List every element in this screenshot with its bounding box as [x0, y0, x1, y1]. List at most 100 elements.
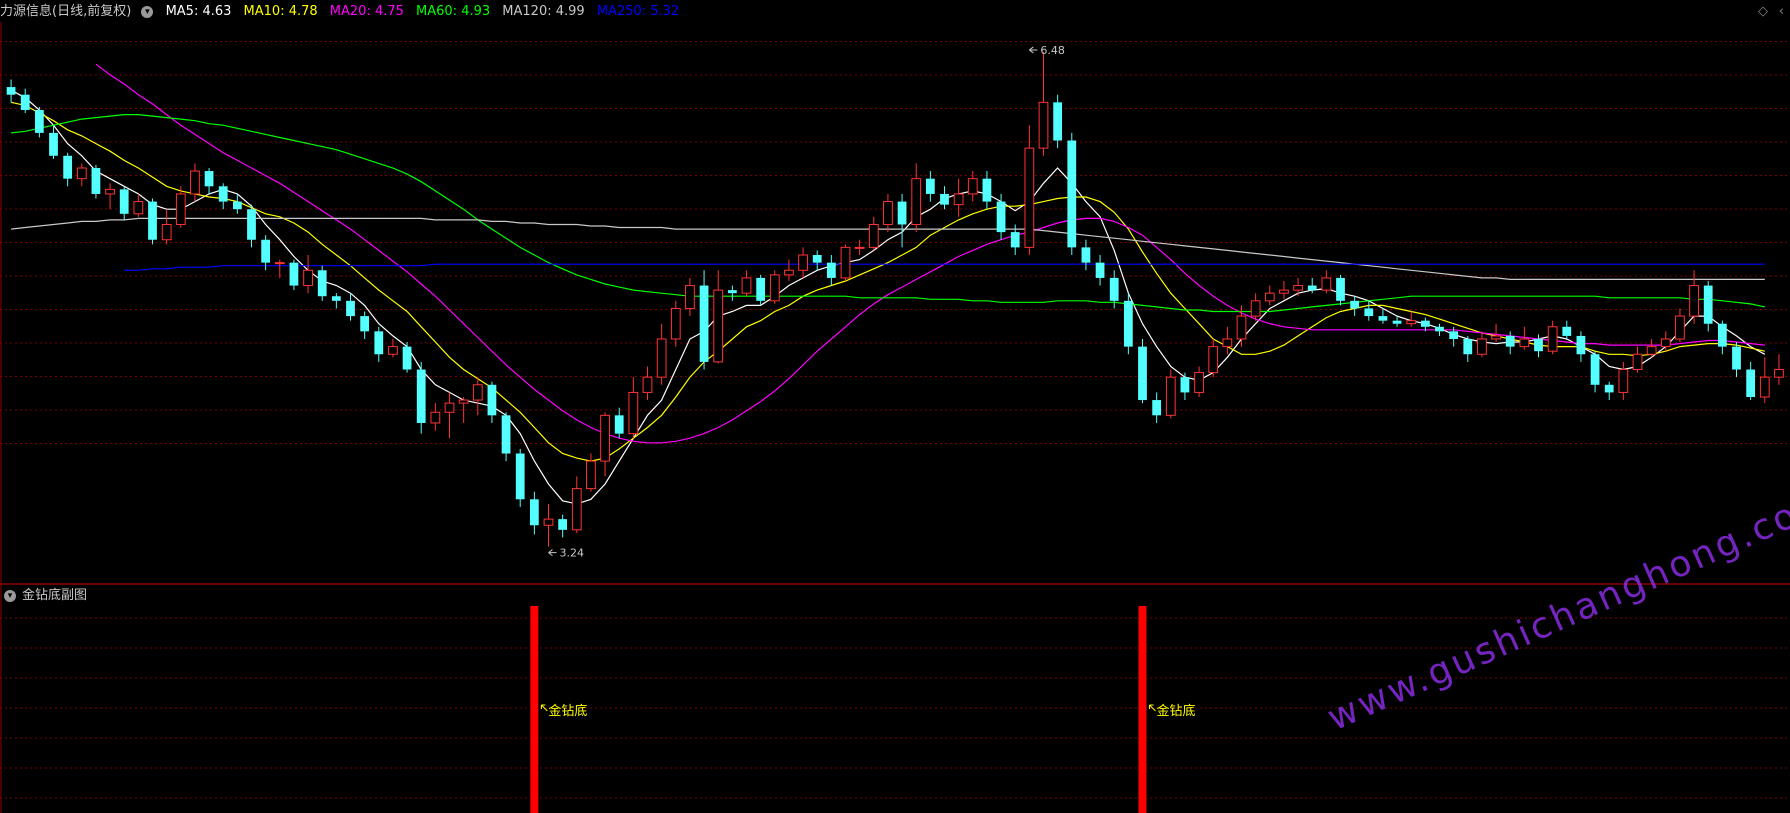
candle: [1732, 342, 1741, 378]
candle: [6, 79, 16, 103]
candle: [1435, 323, 1444, 336]
candle-body: [91, 167, 101, 194]
candle: [63, 152, 73, 187]
candle-body: [727, 290, 737, 294]
subchart-title-text: 金钻底副图: [22, 588, 88, 603]
candle-body: [515, 453, 525, 500]
candle: [982, 171, 992, 210]
candle: [388, 338, 398, 358]
signal-label: 金钻底: [1157, 703, 1196, 719]
candle: [897, 193, 907, 248]
candle: [374, 326, 384, 362]
candle: [685, 277, 695, 317]
candle-body: [1208, 346, 1219, 374]
candle: [346, 293, 355, 321]
candle-body: [274, 262, 285, 265]
candle-body: [204, 171, 214, 187]
candle: [614, 407, 624, 439]
candle-body: [1378, 316, 1388, 321]
candle-body: [1746, 369, 1756, 398]
candle-body: [303, 269, 313, 287]
candle: [1321, 270, 1332, 294]
candle-body: [1717, 323, 1727, 347]
candle: [402, 342, 412, 373]
candle-body: [444, 402, 455, 413]
candle-body: [1095, 262, 1105, 278]
candle: [600, 412, 610, 477]
subchart-toggle-icon[interactable]: ▾: [4, 589, 16, 602]
candle-body: [76, 167, 87, 180]
candle-body: [1675, 315, 1685, 340]
candle: [1703, 280, 1713, 332]
candle-body: [1449, 331, 1459, 339]
candle: [883, 193, 893, 233]
ma10-label: MA10: 4.78: [243, 4, 318, 19]
diamond-icon[interactable]: ◇: [1758, 4, 1768, 19]
candle-body: [458, 399, 469, 404]
candle: [756, 274, 766, 306]
candle-body: [1590, 354, 1600, 385]
ma60-label: MA60: 4.93: [416, 4, 491, 19]
candle-body: [953, 193, 964, 206]
candle: [331, 293, 341, 309]
candle: [1604, 381, 1614, 401]
candle-body: [982, 178, 992, 202]
signal-bar: [1138, 606, 1147, 813]
candle-body: [769, 274, 780, 302]
candle-body: [1236, 315, 1247, 340]
candle-body: [1576, 335, 1586, 355]
candle: [487, 381, 497, 423]
candle-body: [642, 376, 653, 393]
candle: [501, 412, 511, 462]
candle-body: [1759, 376, 1770, 398]
candle-body: [840, 246, 851, 279]
candle-body: [1293, 285, 1303, 291]
candle: [543, 503, 554, 547]
candle-body: [1689, 285, 1699, 317]
candle: [430, 403, 441, 431]
ma-line-ma20: [95, 63, 1765, 444]
candle-body: [558, 519, 568, 530]
candle-body: [1222, 338, 1233, 348]
candle: [911, 163, 922, 233]
scroll-arrow-icon[interactable]: ‹: [1779, 4, 1784, 19]
candle: [826, 255, 836, 286]
candle: [529, 491, 539, 535]
candle-body: [34, 109, 44, 133]
ma-line-ma250: [124, 263, 1765, 271]
candle: [1053, 94, 1063, 149]
candle-body: [1307, 285, 1317, 291]
candle-body: [586, 460, 596, 490]
candle-body: [1392, 320, 1402, 324]
candle: [868, 216, 879, 251]
candle-body: [501, 415, 511, 454]
candle-body: [911, 178, 922, 225]
candle: [840, 244, 851, 281]
candle: [91, 164, 101, 199]
ma250-label: MA250: 5.32: [596, 4, 680, 19]
candle-body: [614, 415, 624, 434]
candle: [1038, 51, 1049, 156]
legend-toggle-icon[interactable]: ▾: [141, 5, 154, 18]
candle: [699, 270, 709, 370]
candle-body: [247, 209, 256, 240]
candle: [515, 448, 525, 507]
candle: [133, 193, 144, 217]
candle: [925, 171, 935, 202]
candle: [1165, 369, 1176, 419]
candle: [148, 198, 157, 245]
candle-body: [175, 193, 186, 225]
candle-body: [543, 518, 554, 526]
candle-body: [1463, 338, 1473, 355]
candle: [303, 255, 313, 294]
candle-body: [1732, 346, 1741, 370]
candle-body: [1477, 338, 1487, 355]
candle: [1547, 320, 1558, 355]
candle: [247, 204, 256, 248]
candle: [261, 235, 271, 271]
candle: [1067, 132, 1077, 256]
candle-body: [1646, 346, 1657, 355]
candle: [1095, 255, 1105, 286]
candle: [1293, 277, 1303, 297]
kline-chart[interactable]: 6.48 3.24 金钻底 金钻底: [0, 0, 1790, 813]
